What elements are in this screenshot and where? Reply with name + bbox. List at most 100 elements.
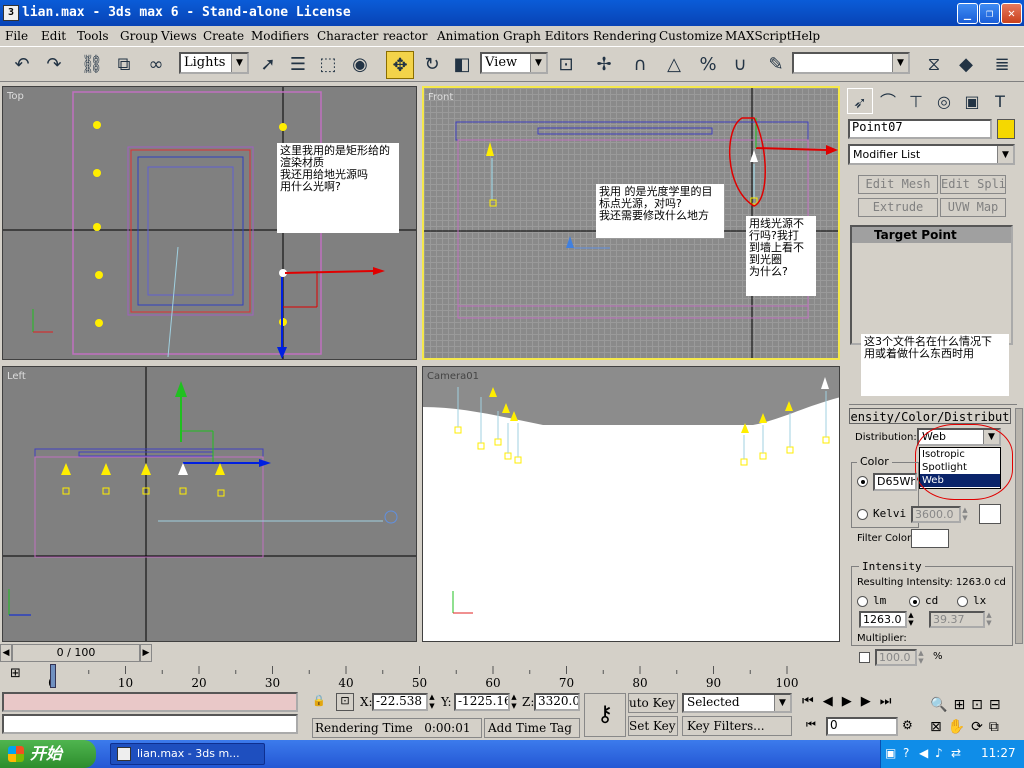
uvw-map-button[interactable]: UVW Map — [940, 198, 1006, 217]
menu-group[interactable]: Group — [120, 29, 158, 43]
viewport-front[interactable]: Front 我用 的是光度学里的目 标点光源，对吗? 我还需要修改什么地方 用线光源… — [422, 86, 840, 360]
key-filters-button[interactable]: Key Filters... — [682, 716, 792, 736]
selection-filter-dropdown[interactable]: Lights ▼ — [179, 52, 249, 74]
multiplier-spinner-icon[interactable]: ▲ ▼ — [917, 649, 925, 666]
menu-rendering[interactable]: Rendering — [593, 29, 657, 43]
menu-help[interactable]: Help — [791, 29, 820, 43]
filter-color-swatch[interactable] — [911, 529, 949, 548]
display-tab-icon[interactable]: ▣ — [959, 88, 985, 114]
pivot-point-icon[interactable]: ⊡ — [552, 51, 580, 79]
unlink-icon[interactable]: ⧉ — [110, 51, 138, 79]
angle-snap-icon[interactable]: △ — [660, 51, 688, 79]
hierarchy-tab-icon[interactable]: ⊤ — [903, 88, 929, 114]
tray-arrow-icon[interactable]: ◀ — [919, 746, 928, 760]
modify-tab-icon[interactable]: ⌒ — [875, 88, 901, 114]
viewport-top[interactable]: Top 这里我用的是矩形给的 渲染材质 我还用给地光源吗 用什么光啊? — [2, 86, 417, 360]
viewport-camera[interactable]: Camera01 — [422, 366, 840, 642]
menu-create[interactable]: Create — [203, 29, 244, 43]
color-preset-field[interactable]: D65Wh — [873, 473, 917, 491]
set-key-button[interactable]: Set Key — [628, 716, 678, 736]
mirror-icon[interactable]: ⧖ — [920, 51, 948, 79]
edit-mesh-button[interactable]: Edit Mesh — [858, 175, 938, 194]
restore-button[interactable]: ❐ — [979, 3, 1000, 24]
zoom-all-icon[interactable]: ⊞ — [953, 697, 971, 713]
time-config-icon[interactable]: ⚙ — [902, 718, 913, 732]
current-frame-field[interactable]: 0 — [826, 717, 898, 736]
region-zoom-icon[interactable]: ⊠ — [930, 719, 948, 735]
select-scale-icon[interactable]: ◧ — [448, 51, 476, 79]
modifier-stack[interactable]: Target Point — [850, 225, 1013, 345]
play-icon[interactable]: ▶ — [842, 694, 861, 709]
select-by-name-icon[interactable]: ☰ — [284, 51, 312, 79]
menu-maxscript[interactable]: MAXScript — [725, 29, 792, 43]
status-prompt[interactable] — [2, 714, 298, 734]
align-icon[interactable]: ◆ — [952, 51, 980, 79]
menu-file[interactable]: File — [5, 29, 28, 43]
intensity-spinner-icon[interactable]: ▲ ▼ — [907, 611, 915, 628]
lux-spinner-icon[interactable]: ▲ ▼ — [985, 611, 993, 628]
z-coordinate-field[interactable]: 3320.0 — [534, 693, 580, 711]
menu-views[interactable]: Views — [161, 29, 197, 43]
tray-network-icon[interactable]: ⇄ — [951, 746, 961, 760]
menu-graph-editors[interactable]: Graph Editors — [503, 29, 589, 43]
unit-cd-radio[interactable] — [909, 596, 920, 607]
redo-icon[interactable]: ↷ — [40, 51, 68, 79]
reference-coordinate-dropdown[interactable]: View ▼ — [480, 52, 548, 74]
start-button[interactable]: 开始 — [0, 740, 96, 768]
select-link-icon[interactable]: ⛓ — [78, 51, 106, 79]
named-selection-dropdown[interactable]: ▼ — [792, 52, 910, 74]
object-color-swatch[interactable] — [997, 119, 1015, 139]
goto-start-icon[interactable]: ⏮ — [802, 694, 823, 709]
menu-reactor[interactable]: reactor — [383, 29, 428, 43]
distribution-rollout-header[interactable]: ensity/Color/Distribut — [849, 408, 1011, 424]
panel-scrollbar[interactable] — [1015, 408, 1023, 644]
menu-animation[interactable]: Animation — [437, 29, 499, 43]
key-mode-toggle-icon[interactable]: ⏮ — [806, 718, 816, 732]
minimize-button[interactable]: _ — [957, 3, 978, 24]
taskbar-item-3dsmax[interactable]: lian.max - 3ds m... — [110, 743, 265, 765]
maxscript-listener[interactable] — [2, 692, 298, 712]
kelvin-spinner-icon[interactable]: ▲ ▼ — [961, 506, 969, 523]
kelvin-color-swatch[interactable] — [979, 504, 1001, 524]
select-move-icon[interactable]: ✥ — [386, 51, 414, 79]
zoom-extents-all-icon[interactable]: ⊟ — [989, 697, 1007, 713]
percent-snap-icon[interactable]: % — [694, 51, 722, 79]
zoom-extents-icon[interactable]: ⊡ — [971, 697, 989, 713]
time-slider-thumb[interactable]: 0 / 100 — [12, 644, 140, 662]
tray-volume-icon[interactable]: ♪ — [935, 746, 943, 760]
unit-lm-radio[interactable] — [857, 596, 868, 607]
time-slider[interactable]: ◀ 0 / 100 ▶ — [0, 644, 840, 662]
goto-end-icon[interactable]: ⏭ — [880, 694, 901, 709]
modifier-list-dropdown[interactable]: Modifier List ▼ — [848, 144, 1015, 165]
utilities-tab-icon[interactable]: T — [987, 88, 1013, 114]
auto-key-button[interactable]: uto Key — [628, 693, 678, 713]
close-button[interactable]: ✕ — [1001, 3, 1022, 24]
edit-spline-button[interactable]: Edit Spline — [940, 175, 1006, 194]
edit-named-selection-icon[interactable]: ✎ — [762, 51, 790, 79]
kelvin-radio[interactable] — [857, 509, 868, 520]
prev-key-icon[interactable]: ◀ — [823, 694, 842, 709]
y-spinner-icon[interactable]: ▲ ▼ — [510, 693, 518, 711]
create-tab-icon[interactable]: ➶ — [847, 88, 873, 114]
tray-help-icon[interactable]: ? — [903, 746, 909, 760]
arc-rotate-icon[interactable]: ⟳ — [971, 719, 989, 735]
key-mode-dropdown[interactable]: Selected ▼ — [682, 693, 792, 713]
y-coordinate-field[interactable]: -1225.16 — [454, 693, 510, 711]
pan-icon[interactable]: ✋ — [948, 719, 971, 735]
absolute-mode-icon[interactable]: ⊡ — [336, 693, 354, 711]
maximize-viewport-icon[interactable]: ⧉ — [989, 719, 1005, 735]
multiplier-checkbox[interactable] — [859, 652, 870, 663]
select-rotate-icon[interactable]: ↻ — [418, 51, 446, 79]
next-key-icon[interactable]: ▶ — [861, 694, 880, 709]
snap-toggle-icon[interactable]: ∩ — [626, 51, 654, 79]
window-crossing-icon[interactable]: ◉ — [346, 51, 374, 79]
set-key-icon[interactable]: ⚷ — [584, 693, 626, 737]
intensity-value-field[interactable]: 1263.0 — [859, 611, 907, 628]
track-view-icon[interactable]: ⊞ — [10, 666, 32, 684]
menu-customize[interactable]: Customize — [659, 29, 723, 43]
select-object-icon[interactable]: ➚ — [254, 51, 282, 79]
unit-lx-radio[interactable] — [957, 596, 968, 607]
stack-item-target-point[interactable]: Target Point — [852, 227, 1011, 243]
viewport-left[interactable]: Left — [2, 366, 417, 642]
rectangular-selection-icon[interactable]: ⬚ — [314, 51, 342, 79]
